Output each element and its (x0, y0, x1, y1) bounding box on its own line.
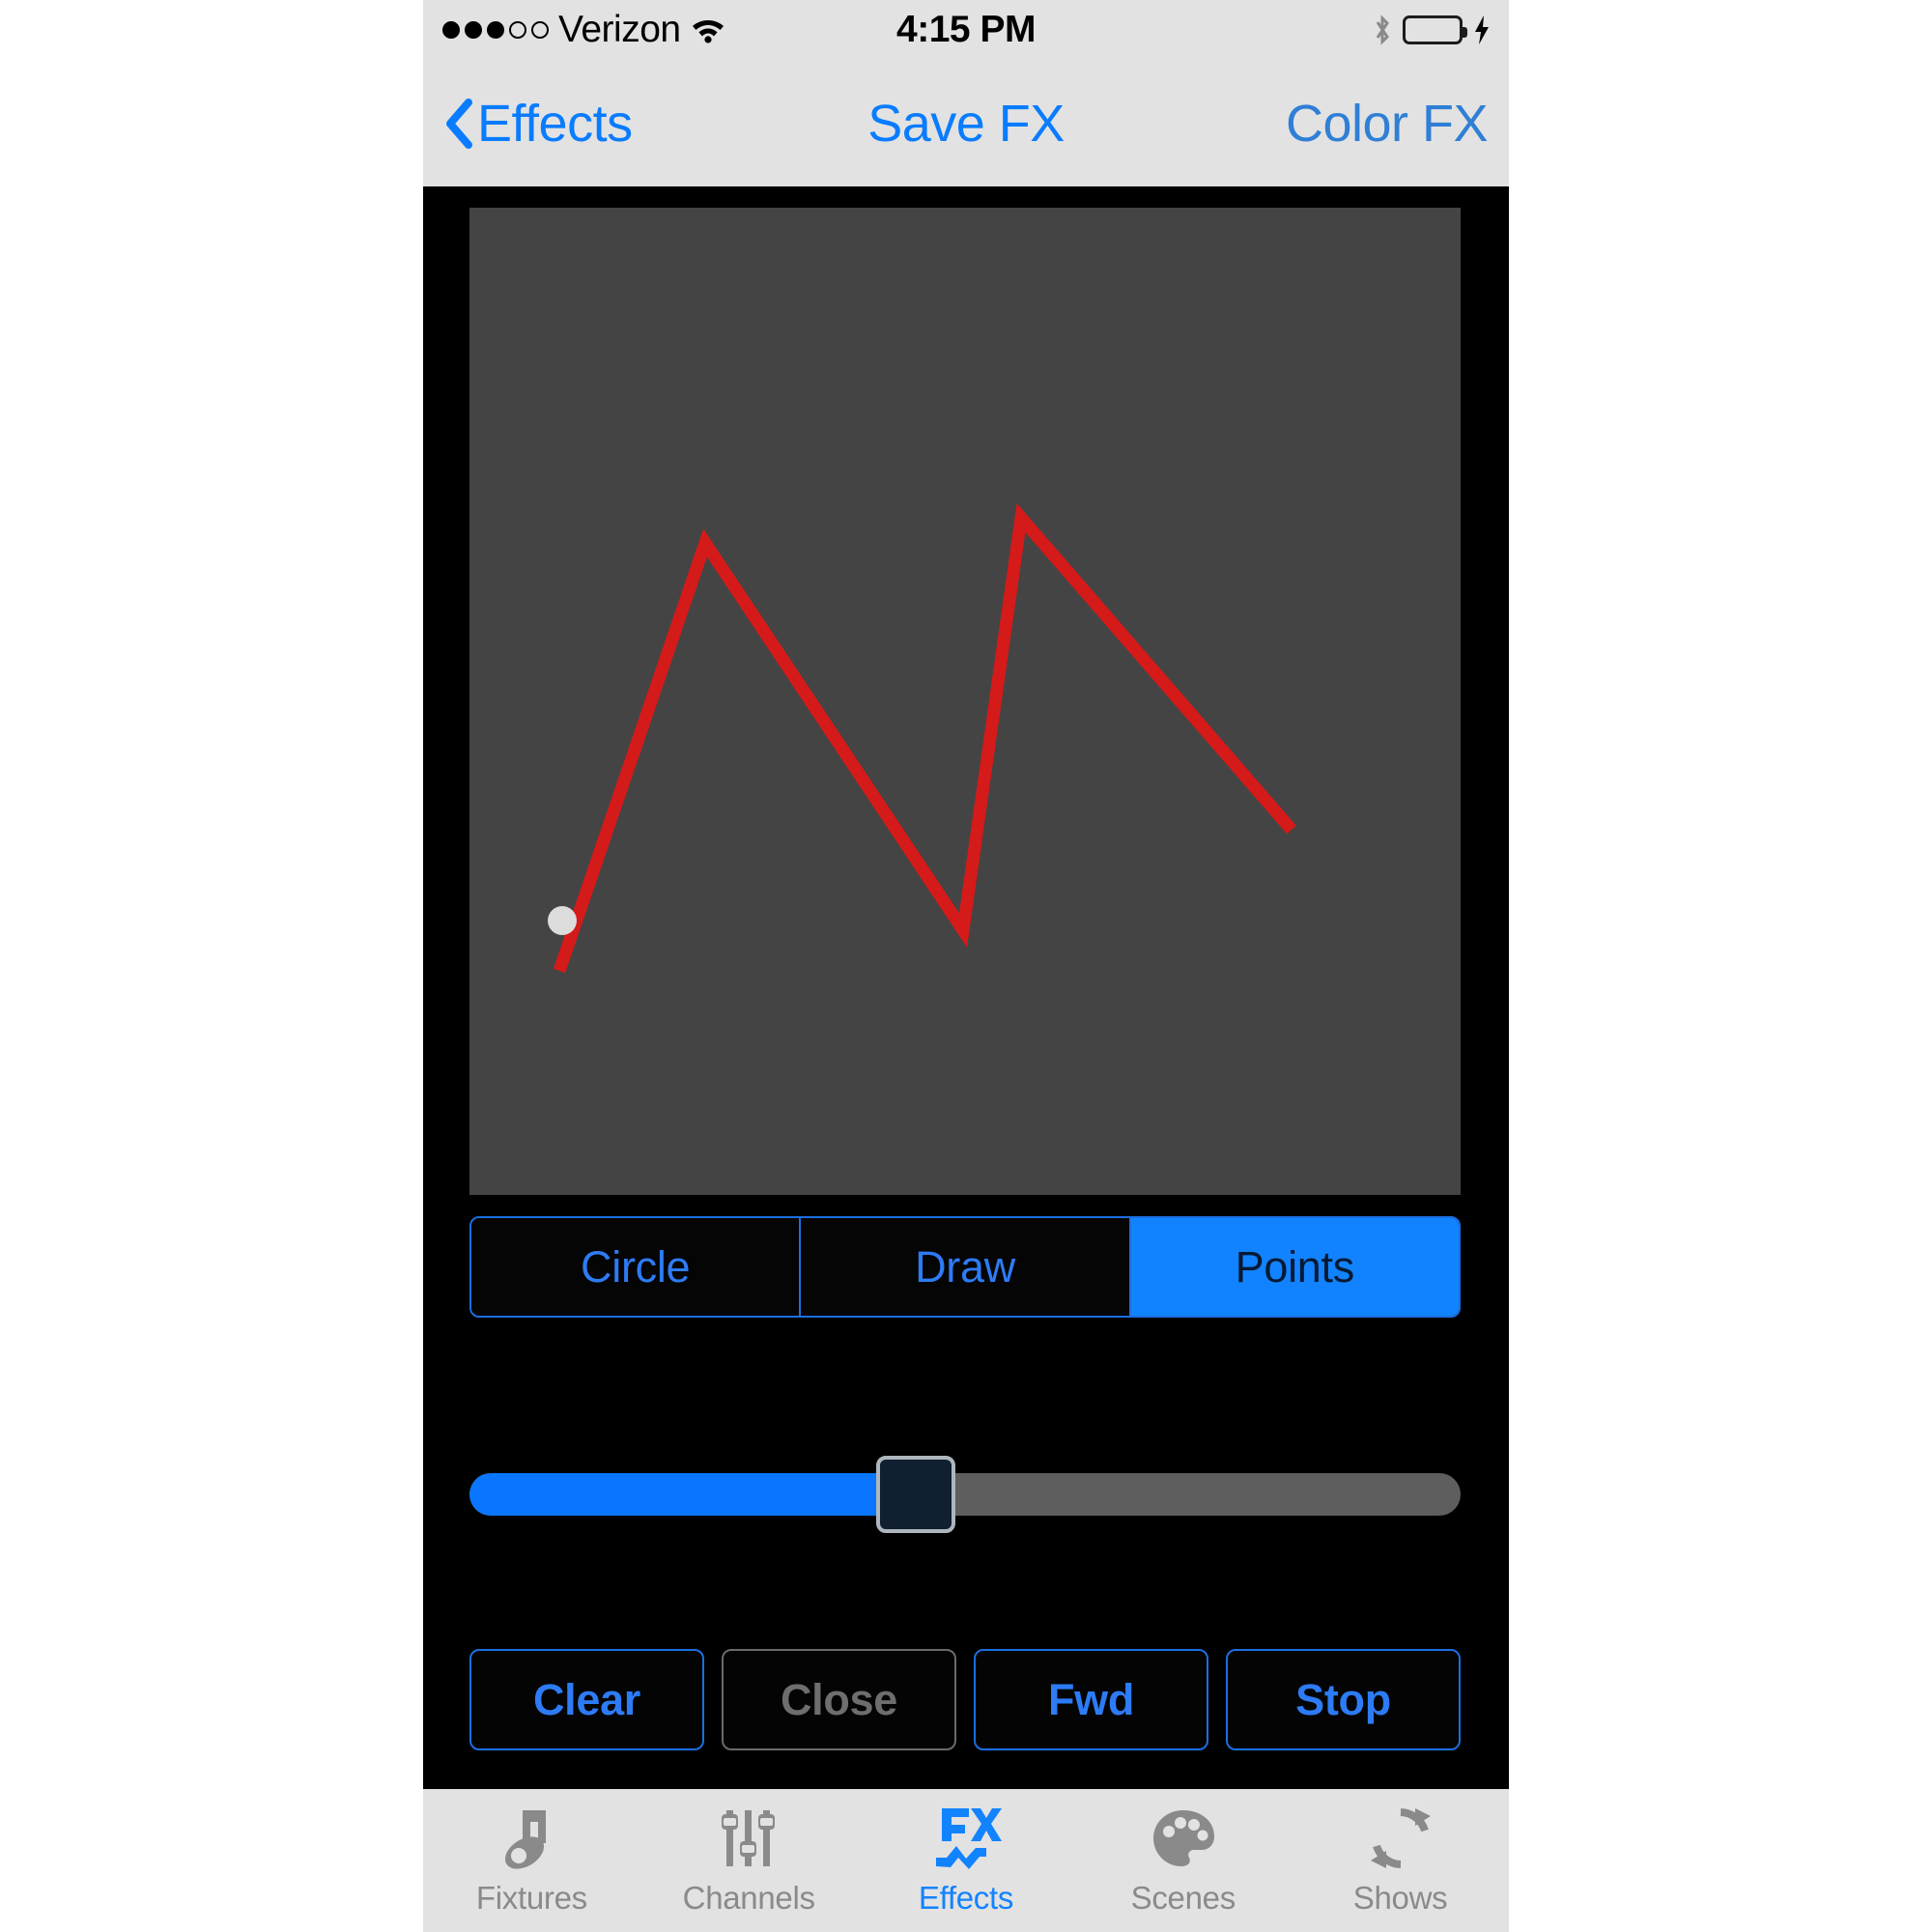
tab-label: Shows (1352, 1880, 1448, 1916)
sliders-icon (713, 1803, 784, 1874)
tab-bar: Fixtures Channels Effects Scenes Shows (423, 1789, 1509, 1932)
segment-label: Draw (915, 1241, 1015, 1292)
effect-editor-content: Circle Draw Points Clear Close Fwd Stop (423, 186, 1509, 1789)
status-bar: Verizon 4:15 PM (423, 0, 1509, 60)
button-label: Clear (532, 1674, 641, 1724)
fwd-button[interactable]: Fwd (974, 1649, 1208, 1750)
segment-label: Points (1235, 1241, 1355, 1292)
fixture-icon (496, 1803, 567, 1874)
segment-circle[interactable]: Circle (471, 1218, 802, 1316)
clear-button[interactable]: Clear (469, 1649, 704, 1750)
tab-effects[interactable]: Effects (858, 1789, 1075, 1932)
shape-mode-segmented-control[interactable]: Circle Draw Points (469, 1216, 1461, 1318)
stop-button[interactable]: Stop (1226, 1649, 1461, 1750)
color-fx-button[interactable]: Color FX (1285, 60, 1489, 186)
slider-thumb[interactable] (875, 1456, 955, 1533)
button-label: Close (780, 1674, 898, 1724)
button-label: Fwd (1047, 1674, 1135, 1724)
close-button: Close (722, 1649, 956, 1750)
tab-label: Channels (682, 1880, 815, 1916)
palette-icon (1148, 1803, 1219, 1874)
lightning-bolt-icon (1472, 14, 1492, 45)
slider-track[interactable] (469, 1473, 1461, 1516)
status-bar-center: 4:15 PM (423, 0, 1509, 60)
tab-fixtures[interactable]: Fixtures (423, 1789, 640, 1932)
tab-label: Scenes (1130, 1880, 1236, 1916)
tab-channels[interactable]: Channels (640, 1789, 858, 1932)
bluetooth-icon (1372, 14, 1393, 46)
button-label: Stop (1295, 1674, 1391, 1724)
refresh-cycle-icon (1365, 1803, 1436, 1874)
tab-scenes[interactable]: Scenes (1074, 1789, 1292, 1932)
battery-icon (1403, 15, 1467, 44)
segment-draw[interactable]: Draw (801, 1218, 1131, 1316)
effect-path-canvas[interactable] (469, 208, 1461, 1195)
status-bar-right (1372, 0, 1492, 60)
page-title-label: Save FX (867, 94, 1065, 153)
effect-path-line (553, 502, 1296, 974)
tab-shows[interactable]: Shows (1292, 1789, 1509, 1932)
phone-screen: Verizon 4:15 PM Effects Save FX Color FX… (423, 0, 1509, 1932)
tab-label: Fixtures (475, 1880, 587, 1916)
path-start-marker[interactable] (548, 906, 577, 935)
navigation-bar: Effects Save FX Color FX (423, 60, 1509, 186)
tab-label: Effects (918, 1880, 1014, 1916)
slider-fill (469, 1473, 916, 1516)
clock-label: 4:15 PM (896, 9, 1036, 50)
color-fx-label: Color FX (1285, 94, 1489, 153)
fx-icon (930, 1803, 1002, 1874)
segment-points[interactable]: Points (1130, 1218, 1459, 1316)
speed-slider[interactable] (469, 1456, 1461, 1533)
action-button-row: Clear Close Fwd Stop (469, 1649, 1461, 1750)
segment-label: Circle (581, 1241, 691, 1292)
effect-path-drawing (548, 502, 1296, 974)
